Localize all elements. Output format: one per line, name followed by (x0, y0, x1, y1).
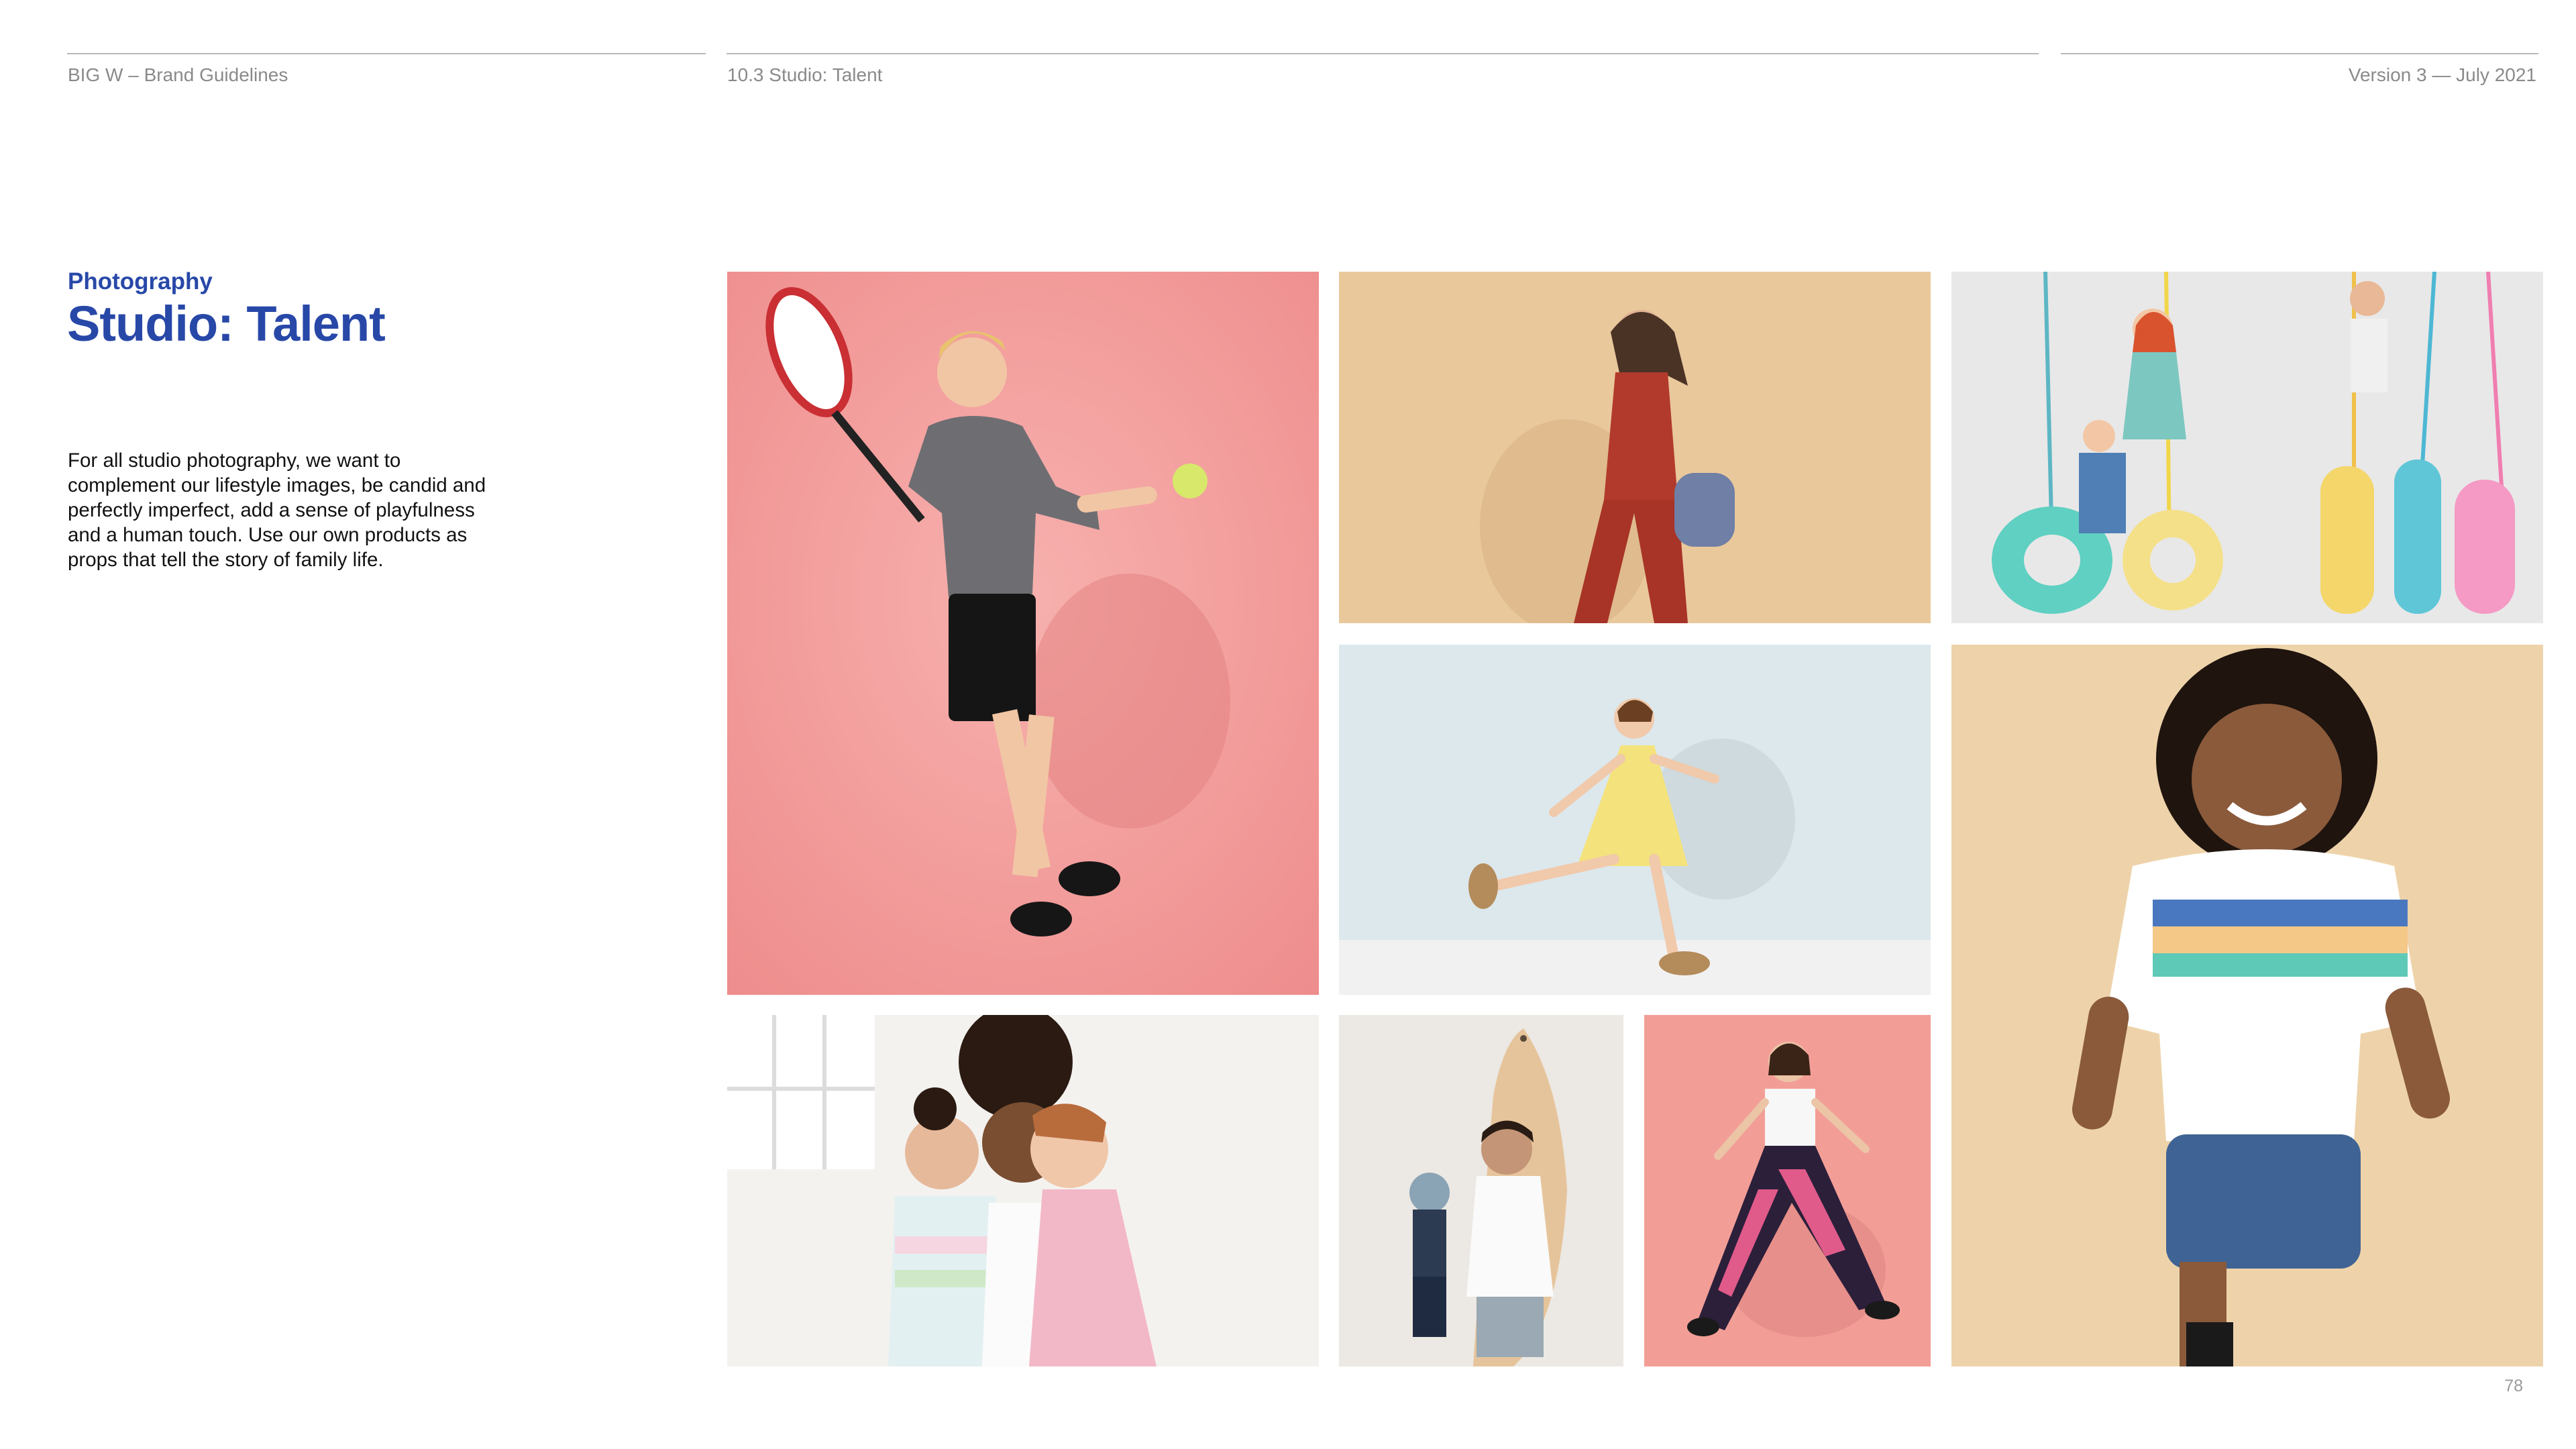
photo-tyre-swings (1951, 272, 2543, 623)
body-copy: For all studio photography, we want to c… (68, 449, 486, 571)
version-date: Version 3 — July 2021 (2348, 64, 2536, 85)
photo-girls-hugging (727, 1015, 1319, 1366)
photo-boy-polo (1951, 645, 2543, 1366)
photo-girl-backpack (1339, 272, 1931, 623)
page-number: 78 (2504, 1377, 2523, 1395)
document-title: BIG W – Brand Guidelines (68, 64, 288, 85)
photo-boys-surfboard (1339, 1015, 1623, 1366)
page-title: Studio: Talent (67, 296, 386, 352)
photo-girl-running (1339, 645, 1931, 995)
header-rule-right (2061, 53, 2538, 54)
photo-girl-jumping (1644, 1015, 1931, 1366)
header-rule-left (67, 53, 706, 54)
photo-boy-tennis (727, 272, 1319, 995)
section-breadcrumb: 10.3 Studio: Talent (727, 64, 883, 85)
section-kicker: Photography (68, 268, 213, 294)
header-rule-center (727, 53, 2039, 54)
